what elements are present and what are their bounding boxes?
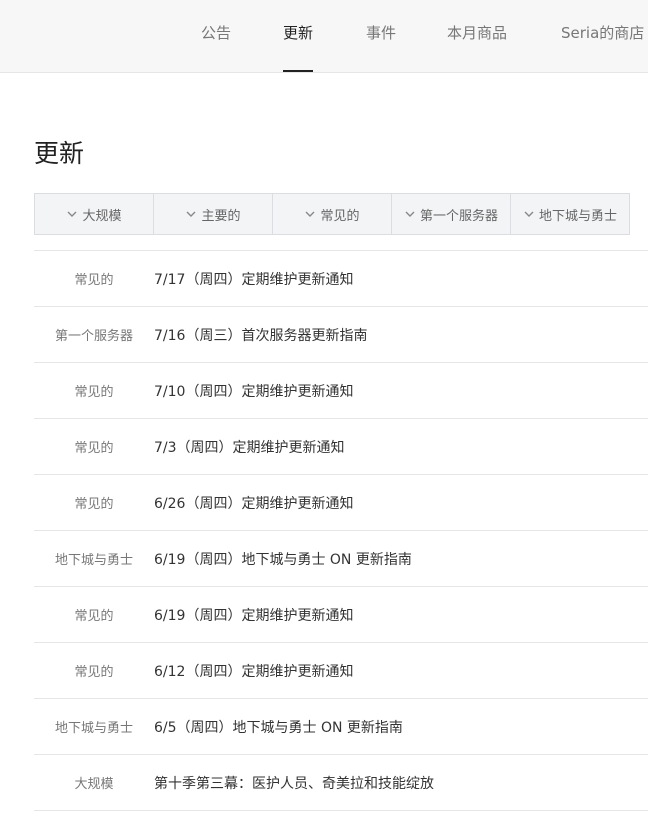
- filter-first-server-button[interactable]: 第一个服务器: [392, 194, 511, 234]
- tab-monthly-items[interactable]: 本月商品: [447, 0, 507, 72]
- list-item-title[interactable]: 7/17（周四）定期维护更新通知: [154, 269, 353, 289]
- chevron-down-icon: [67, 211, 77, 217]
- list-item[interactable]: 地下城与勇士 6/19（周四）地下城与勇士 ON 更新指南: [34, 531, 648, 587]
- list-item-category: 常见的: [74, 273, 114, 288]
- list-item[interactable]: 大规模 第十季第三幕：医护人员、奇美拉和技能绽放: [34, 755, 648, 811]
- category-filter-bar: 大规模 主要的 常见的 第一个服务器 地下城与勇士: [34, 193, 630, 235]
- tab-updates[interactable]: 更新: [283, 0, 314, 72]
- list-item-title[interactable]: 7/16（周三）首次服务器更新指南: [154, 325, 367, 345]
- update-list: 常见的 7/17（周四）定期维护更新通知 第一个服务器 7/16（周三）首次服务…: [34, 250, 648, 811]
- list-item[interactable]: 常见的 6/19（周四）定期维护更新通知: [34, 587, 648, 643]
- page-title: 更新: [34, 139, 85, 168]
- tab-announcements[interactable]: 公告: [201, 0, 231, 72]
- filter-label: 大规模: [82, 208, 122, 224]
- filter-label: 第一个服务器: [419, 208, 498, 224]
- list-item[interactable]: 地下城与勇士 6/5（周四）地下城与勇士 ON 更新指南: [34, 699, 648, 755]
- chevron-down-icon: [305, 211, 315, 217]
- chevron-down-icon: [186, 211, 196, 217]
- list-item-category: 常见的: [74, 665, 114, 680]
- list-item-title[interactable]: 7/10（周四）定期维护更新通知: [154, 381, 353, 401]
- chevron-down-icon: [405, 211, 415, 217]
- list-item-title[interactable]: 6/19（周四）地下城与勇士 ON 更新指南: [154, 549, 412, 569]
- list-item-title[interactable]: 6/26（周四）定期维护更新通知: [154, 493, 353, 513]
- filter-label: 常见的: [320, 208, 360, 224]
- list-item-title[interactable]: 6/5（周四）地下城与勇士 ON 更新指南: [154, 717, 403, 737]
- list-item-category: 地下城与勇士: [54, 553, 133, 568]
- filter-large-scale-button[interactable]: 大规模: [35, 194, 154, 234]
- top-nav: 公告 更新 事件 本月商品 Seria的商店: [0, 0, 648, 73]
- list-item[interactable]: 常见的 6/26（周四）定期维护更新通知: [34, 475, 648, 531]
- list-item-category: 常见的: [74, 609, 114, 624]
- list-item-title[interactable]: 6/19（周四）定期维护更新通知: [154, 605, 353, 625]
- tab-seria-shop[interactable]: Seria的商店: [561, 0, 644, 72]
- list-item-category: 常见的: [74, 497, 114, 512]
- list-item-title[interactable]: 6/12（周四）定期维护更新通知: [154, 661, 353, 681]
- chevron-down-icon: [524, 211, 534, 217]
- list-item-category: 常见的: [74, 385, 114, 400]
- list-item[interactable]: 常见的 6/12（周四）定期维护更新通知: [34, 643, 648, 699]
- filter-label: 地下城与勇士: [538, 208, 617, 224]
- filter-label: 主要的: [201, 208, 241, 224]
- list-item[interactable]: 常见的 7/10（周四）定期维护更新通知: [34, 363, 648, 419]
- list-item[interactable]: 第一个服务器 7/16（周三）首次服务器更新指南: [34, 307, 648, 363]
- filter-common-button[interactable]: 常见的: [273, 194, 392, 234]
- list-item-category: 第一个服务器: [54, 329, 133, 344]
- filter-dnf-button[interactable]: 地下城与勇士: [511, 194, 629, 234]
- list-item-category: 常见的: [74, 441, 114, 456]
- list-item-category: 地下城与勇士: [54, 721, 133, 736]
- list-item-title[interactable]: 第十季第三幕：医护人员、奇美拉和技能绽放: [154, 773, 434, 793]
- list-item[interactable]: 常见的 7/3（周四）定期维护更新通知: [34, 419, 648, 475]
- tab-events[interactable]: 事件: [366, 0, 396, 72]
- list-item-category: 大规模: [74, 777, 114, 792]
- list-item[interactable]: 常见的 7/17（周四）定期维护更新通知: [34, 251, 648, 307]
- list-item-title[interactable]: 7/3（周四）定期维护更新通知: [154, 437, 345, 457]
- filter-major-button[interactable]: 主要的: [154, 194, 273, 234]
